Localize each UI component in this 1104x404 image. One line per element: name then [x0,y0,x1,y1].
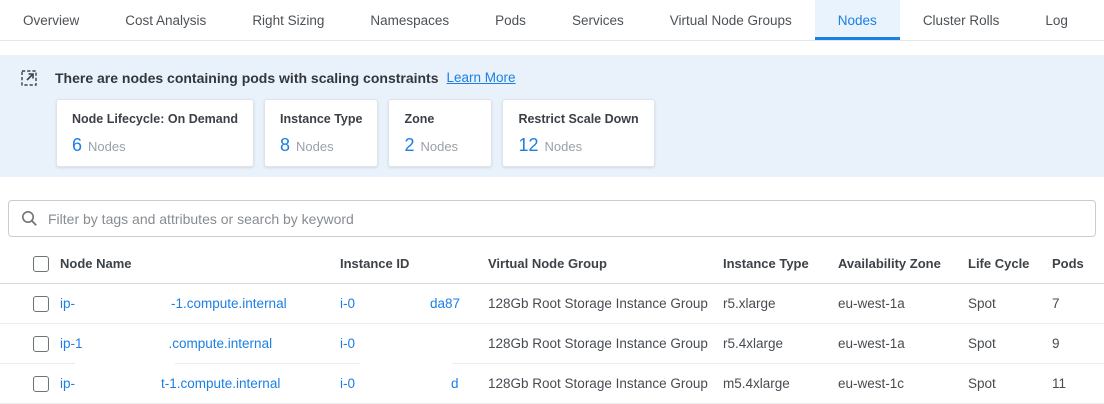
card-count: 6 [72,135,82,155]
card-title: Instance Type [280,112,362,126]
select-all-checkbox[interactable] [33,256,49,272]
card-count: 8 [280,135,290,155]
search-icon [21,210,38,227]
card-title: Restrict Scale Down [518,112,638,126]
col-pods: Pods [1052,256,1104,271]
instance-type-cell: r5.xlarge [723,296,838,311]
table-row: ip-t-1.compute.internal i-0 d 128Gb Root … [0,364,1104,404]
virtual-node-group-cell: 128Gb Root Storage Instance Group [488,296,723,311]
tab-right-sizing[interactable]: Right Sizing [229,0,347,40]
node-name-link[interactable]: ip- [60,296,75,311]
card-count: 2 [404,135,414,155]
col-node-name: Node Name [60,256,340,271]
banner-message: There are nodes containing pods with sca… [55,70,439,86]
constraint-cards: Node Lifecycle: On Demand 6 Nodes Instanc… [56,99,1104,167]
scale-constraint-icon [20,68,39,87]
scaling-constraints-banner: There are nodes containing pods with sca… [0,55,1104,177]
card-node-lifecycle[interactable]: Node Lifecycle: On Demand 6 Nodes [56,99,254,167]
virtual-node-group-cell: 128Gb Root Storage Instance Group [488,336,723,351]
card-unit: Nodes [420,139,458,154]
tab-nodes[interactable]: Nodes [815,0,900,40]
life-cycle-cell: Spot [968,296,1052,311]
table-header-row: Node Name Instance ID Virtual Node Group… [0,244,1104,284]
node-name-link[interactable]: ip-1 [60,336,83,351]
pods-cell: 11 [1052,376,1104,391]
tab-pods[interactable]: Pods [472,0,549,40]
pods-cell: 7 [1052,296,1104,311]
card-title: Node Lifecycle: On Demand [72,112,238,126]
card-unit: Nodes [88,139,126,154]
filter-bar [8,200,1096,237]
tab-namespaces[interactable]: Namespaces [347,0,472,40]
col-instance-id: Instance ID [340,256,488,271]
pods-cell: 9 [1052,336,1104,351]
instance-id-link[interactable]: d [451,376,459,391]
redaction-patch [360,362,452,367]
row-checkbox[interactable] [33,336,49,352]
life-cycle-cell: Spot [968,376,1052,391]
redacted-gap [75,307,171,308]
instance-type-cell: m5.4xlarge [723,376,838,391]
col-instance-type: Instance Type [723,256,838,271]
node-name-link[interactable]: .compute.internal [169,336,273,351]
instance-id-link[interactable]: i-0 [340,376,355,391]
card-instance-type[interactable]: Instance Type 8 Nodes [264,99,378,167]
tab-log[interactable]: Log [1022,0,1091,40]
nodes-table: Node Name Instance ID Virtual Node Group… [0,244,1104,404]
availability-zone-cell: eu-west-1a [838,296,968,311]
virtual-node-group-cell: 128Gb Root Storage Instance Group [488,376,723,391]
tab-overview[interactable]: Overview [0,0,102,40]
card-restrict-scale-down[interactable]: Restrict Scale Down 12 Nodes [502,99,654,167]
redacted-gap [355,307,430,308]
card-unit: Nodes [544,139,582,154]
life-cycle-cell: Spot [968,336,1052,351]
node-name-link[interactable]: -1.compute.internal [171,296,287,311]
spacer [0,41,1104,55]
row-checkbox[interactable] [33,296,49,312]
availability-zone-cell: eu-west-1a [838,336,968,351]
redaction-patch [75,362,175,367]
table-row: ip-1 .compute.internal i-0 128Gb Root Sto… [0,324,1104,364]
row-checkbox[interactable] [33,376,49,392]
tab-cluster-rolls[interactable]: Cluster Rolls [900,0,1023,40]
card-zone[interactable]: Zone 2 Nodes [388,99,492,167]
instance-id-link[interactable]: i-0 [340,336,355,351]
card-title: Zone [404,112,476,126]
col-virtual-node-group: Virtual Node Group [488,256,723,271]
col-availability-zone: Availability Zone [838,256,968,271]
col-life-cycle: Life Cycle [968,256,1052,271]
tab-virtual-node-groups[interactable]: Virtual Node Groups [647,0,815,40]
card-unit: Nodes [296,139,334,154]
tab-cost-analysis[interactable]: Cost Analysis [102,0,229,40]
instance-id-link[interactable]: da87 [430,296,460,311]
redacted-gap [75,387,161,388]
tab-services[interactable]: Services [549,0,647,40]
availability-zone-cell: eu-west-1c [838,376,968,391]
node-name-link[interactable]: t-1.compute.internal [161,376,280,391]
tab-bar: Overview Cost Analysis Right Sizing Name… [0,0,1104,41]
learn-more-link[interactable]: Learn More [447,70,516,85]
card-count: 12 [518,135,538,155]
instance-id-link[interactable]: i-0 [340,296,355,311]
search-input[interactable] [48,211,1083,227]
redacted-gap [355,387,451,388]
redacted-gap [83,347,169,348]
table-row: ip- -1.compute.internal i-0 da87 128Gb Roo… [0,284,1104,324]
instance-type-cell: r5.4xlarge [723,336,838,351]
node-name-link[interactable]: ip- [60,376,75,391]
